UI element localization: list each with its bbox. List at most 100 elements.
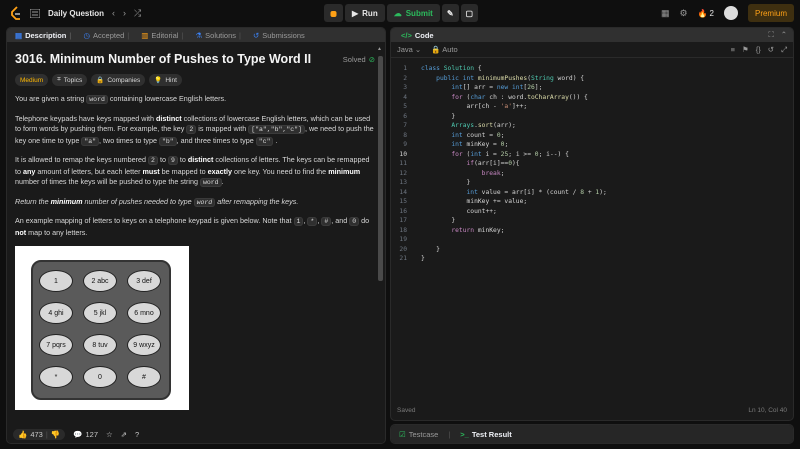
language-select[interactable]: Java ⌄ — [397, 45, 421, 54]
difficulty-chip: Medium — [15, 74, 49, 86]
tab-submissions[interactable]: ↺ Submissions — [249, 31, 309, 40]
code-line: 15 minKey += value; — [399, 198, 528, 205]
debug-button[interactable] — [324, 4, 343, 22]
code-line: 4 for (char ch : word.toCharArray()) { — [403, 93, 588, 101]
paragraph-2: Telephone keypads have keys mapped with … — [15, 113, 374, 146]
premium-button[interactable]: Premium — [747, 4, 794, 22]
streak-counter[interactable]: 🔥 2 — [698, 9, 714, 18]
thumbs-up-icon: 👍 — [18, 429, 28, 439]
hint-chip[interactable]: 💡 Hint — [149, 74, 182, 86]
auto-toggle[interactable]: 🔒 Auto — [431, 45, 457, 54]
code-line: 11 if(arr[i]==0){ — [399, 160, 520, 167]
code-line: 6 } — [403, 112, 456, 120]
help-icon[interactable]: ? — [135, 430, 139, 439]
cursor-position: Ln 10, Col 40 — [748, 407, 787, 414]
submit-button[interactable]: ☁ Submit — [386, 4, 440, 22]
cloud-upload-icon: ☁ — [393, 8, 402, 18]
paragraph-1: You are given a string word containing l… — [15, 94, 227, 104]
expand-icon[interactable]: ⤢ — [781, 45, 787, 55]
tab-solutions[interactable]: ⚗ Solutions | — [191, 31, 245, 40]
top-bar: Daily Question ‹ › ⤮ ▶ Run ☁ Submit ✎ ▢ … — [0, 0, 800, 26]
code-tab-bar: </> Code ⛶ ⌃ — [391, 28, 793, 42]
braces-icon[interactable]: {} — [756, 45, 761, 55]
history-icon: ↺ — [252, 30, 260, 40]
comment-count: 127 — [85, 429, 99, 439]
document-icon: ▤ — [15, 30, 23, 40]
daily-question-title[interactable]: Daily Question — [48, 9, 104, 18]
layout-icon[interactable]: ▦ — [661, 8, 670, 19]
editor-status: Saved Ln 10, Col 40 — [397, 407, 787, 414]
bookmark-icon[interactable]: ⚑ — [742, 45, 749, 55]
gear-icon[interactable]: ⚙ — [679, 8, 687, 19]
code-line: 5 arr[ch - 'a']++; — [403, 103, 528, 110]
terminal-icon: >_ — [460, 429, 469, 439]
scroll-up-icon[interactable]: ▲ — [377, 46, 382, 52]
chevron-left-icon[interactable]: ‹ — [112, 8, 115, 18]
book-icon: ▥ — [141, 30, 149, 40]
code-line: 21} — [399, 255, 425, 262]
code-line: 17 } — [399, 217, 456, 224]
code-line: 16 count++; — [399, 207, 497, 215]
scroll-thumb[interactable] — [378, 56, 383, 281]
like-count: 473 — [30, 429, 43, 439]
topics-chip[interactable]: ⌗ Topics — [52, 74, 88, 86]
tab-description[interactable]: ▤ Description | — [11, 31, 75, 40]
comment-button[interactable]: ▢ — [460, 4, 479, 22]
tab-editorial[interactable]: ▥ Editorial | — [137, 31, 187, 40]
keypad-image: 1 2 abc 3 def 4 ghi 5 jkl 6 mno 7 pqrs 8… — [15, 246, 189, 410]
editor-toolbar: Java ⌄ 🔒 Auto ≡ ⚑ {} ↺ ⤢ — [391, 42, 793, 58]
key-6: 6 mno — [127, 302, 161, 324]
chevron-right-icon[interactable]: › — [123, 8, 126, 18]
shuffle-icon[interactable]: ⤮ — [134, 8, 141, 19]
key-2: 2 abc — [83, 270, 117, 292]
key-8: 8 tuv — [83, 334, 117, 356]
collapse-icon[interactable]: ⌃ — [781, 30, 787, 40]
lock-icon: 🔒 — [431, 45, 441, 54]
notes-button[interactable]: ✎ — [441, 4, 459, 22]
maximize-icon[interactable]: ⛶ — [768, 30, 773, 40]
comments-button[interactable]: 💬 127 — [73, 430, 98, 439]
bug-icon — [330, 10, 337, 17]
code-line: 8 int count = 0; — [403, 131, 505, 139]
paragraph-5: An example mapping of letters to keys on… — [15, 216, 370, 237]
key-4: 4 ghi — [39, 302, 73, 324]
tab-testcase[interactable]: ☑ Testcase — [399, 430, 438, 439]
tab-accepted[interactable]: ◷ Accepted | — [79, 31, 133, 40]
share-icon[interactable]: ⇗ — [121, 430, 127, 439]
problem-chips: Medium ⌗ Topics 🔒 Companies 💡 Hint — [15, 74, 375, 86]
tab-code[interactable]: </> Code — [397, 31, 438, 40]
streak-count: 2 — [709, 8, 714, 18]
thumbs-down-icon[interactable]: 👎 — [51, 430, 60, 439]
leetcode-logo[interactable] — [10, 6, 22, 20]
checkbox-icon: ☑ — [399, 429, 406, 439]
problem-title[interactable]: 3016. Minimum Number of Pushes to Type W… — [15, 52, 311, 66]
description-scrollbar[interactable]: ▲ ▼ — [377, 46, 383, 436]
code-line: 10 for (int i = 25; i >= 0; i--) { — [399, 150, 569, 158]
clock-icon: ◷ — [83, 30, 91, 40]
code-line: 12 break; — [399, 169, 505, 177]
keypad-body: 1 2 abc 3 def 4 ghi 5 jkl 6 mno 7 pqrs 8… — [31, 260, 171, 400]
problem-list-icon[interactable] — [30, 8, 40, 18]
key-9: 9 wxyz — [127, 334, 161, 356]
description-footer: 👍 473 | 👎 💬 127 ☆ ⇗ ? — [7, 425, 385, 443]
comment-icon: 💬 — [73, 429, 83, 439]
code-line: 3 int[] arr = new int[26]; — [403, 84, 543, 91]
tag-icon: ⌗ — [57, 76, 61, 83]
tab-test-result[interactable]: >_ Test Result — [460, 430, 511, 439]
like-button[interactable]: 👍 473 | 👎 — [13, 428, 66, 440]
paragraph-4: Return the minimum number of pushes need… — [15, 196, 299, 207]
code-icon: </> — [401, 30, 412, 40]
problem-description: 3016. Minimum Number of Pushes to Type W… — [7, 42, 385, 431]
code-line: 7 Arrays.sort(arr); — [403, 122, 516, 129]
avatar[interactable] — [723, 6, 738, 20]
code-line: 1 class Solution { — [403, 65, 482, 72]
star-icon[interactable]: ☆ — [106, 430, 113, 439]
companies-chip[interactable]: 🔒 Companies — [91, 74, 146, 86]
format-icon[interactable]: ≡ — [731, 45, 735, 55]
reset-icon[interactable]: ↺ — [768, 45, 774, 55]
play-icon: ▶ — [352, 8, 359, 18]
code-line: 19 — [399, 236, 407, 243]
code-editor[interactable]: 1 class Solution { 2 public int minimumPu… — [391, 58, 793, 264]
key-5: 5 jkl — [83, 302, 117, 324]
run-button[interactable]: ▶ Run — [345, 4, 385, 22]
